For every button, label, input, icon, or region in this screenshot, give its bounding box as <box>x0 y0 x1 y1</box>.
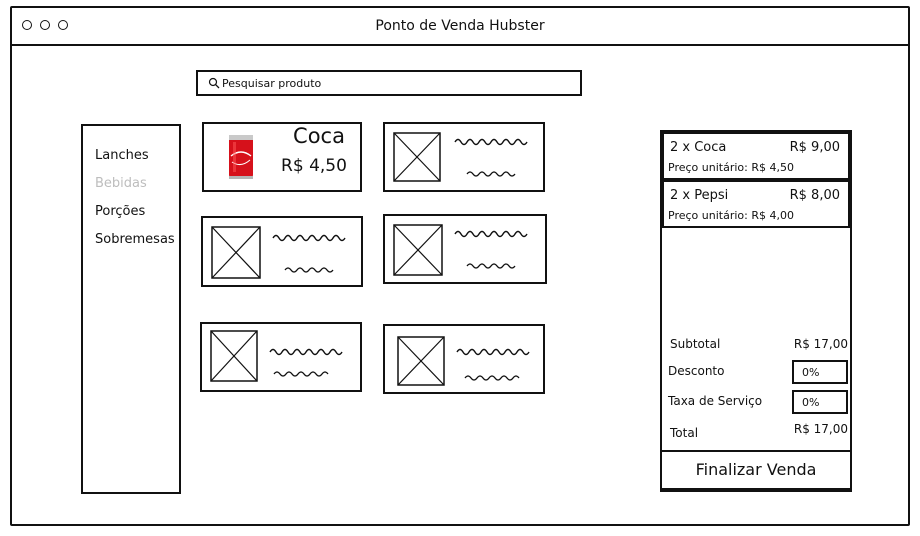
subtotal-label: Subtotal <box>670 337 721 351</box>
app-window: Ponto de Venda Hubster Pesquisar produto… <box>10 6 910 526</box>
cart-item-unit-price: Preço unitário: R$ 4,50 <box>668 161 794 174</box>
cart-item-total: R$ 9,00 <box>789 140 840 155</box>
image-placeholder-icon <box>211 226 261 279</box>
discount-label: Desconto <box>668 364 725 378</box>
product-card-coca[interactable]: Coca R$ 4,50 <box>202 122 362 192</box>
text-placeholder-scribble <box>454 138 528 177</box>
total-label: Total <box>670 426 699 440</box>
search-input[interactable]: Pesquisar produto <box>196 70 582 96</box>
title-bar: Ponto de Venda Hubster <box>12 8 908 46</box>
service-fee-field[interactable]: 0% <box>792 390 848 414</box>
cart-item-coca[interactable]: 2 x Coca R$ 9,00 Preço unitário: R$ 4,50 <box>662 132 850 180</box>
product-price: R$ 4,50 <box>281 156 347 176</box>
text-placeholder-scribble <box>269 348 343 377</box>
discount-field[interactable]: 0% <box>792 360 848 384</box>
product-card-placeholder[interactable] <box>383 122 545 192</box>
sidebar-item-bebidas[interactable]: Bebidas <box>95 176 147 191</box>
finalize-sale-button[interactable]: Finalizar Venda <box>660 450 852 490</box>
product-card-placeholder[interactable] <box>383 214 547 284</box>
image-placeholder-icon <box>393 224 443 276</box>
cart-panel: 2 x Coca R$ 9,00 Preço unitário: R$ 4,50… <box>660 130 852 492</box>
cart-item-name: 2 x Pepsi <box>670 188 729 203</box>
product-card-placeholder[interactable] <box>383 324 545 394</box>
service-fee-label: Taxa de Serviço <box>668 394 763 408</box>
subtotal-value: R$ 17,00 <box>793 337 848 351</box>
cart-item-total: R$ 8,00 <box>789 188 840 203</box>
image-placeholder-icon <box>393 132 441 182</box>
search-placeholder: Pesquisar produto <box>222 77 322 90</box>
sidebar-item-sobremesas[interactable]: Sobremesas <box>95 232 175 247</box>
text-placeholder-scribble <box>272 234 346 273</box>
search-icon <box>208 77 220 89</box>
text-placeholder-scribble <box>454 230 528 269</box>
product-card-placeholder[interactable] <box>201 216 363 287</box>
window-title: Ponto de Venda Hubster <box>375 18 545 34</box>
text-placeholder-scribble <box>456 348 530 381</box>
total-value: R$ 17,00 <box>793 422 848 436</box>
sidebar-item-porcoes[interactable]: Porções <box>95 204 145 219</box>
cart-item-pepsi[interactable]: 2 x Pepsi R$ 8,00 Preço unitário: R$ 4,0… <box>662 180 850 228</box>
category-sidebar: Lanches Bebidas Porções Sobremesas <box>81 124 181 494</box>
coca-cola-can-image <box>229 135 253 179</box>
sidebar-item-lanches[interactable]: Lanches <box>95 148 149 163</box>
image-placeholder-icon <box>210 330 258 382</box>
product-card-placeholder[interactable] <box>200 322 362 392</box>
image-placeholder-icon <box>397 336 445 386</box>
product-name: Coca <box>293 124 345 148</box>
cart-item-name: 2 x Coca <box>670 140 727 155</box>
cart-item-unit-price: Preço unitário: R$ 4,00 <box>668 209 794 222</box>
